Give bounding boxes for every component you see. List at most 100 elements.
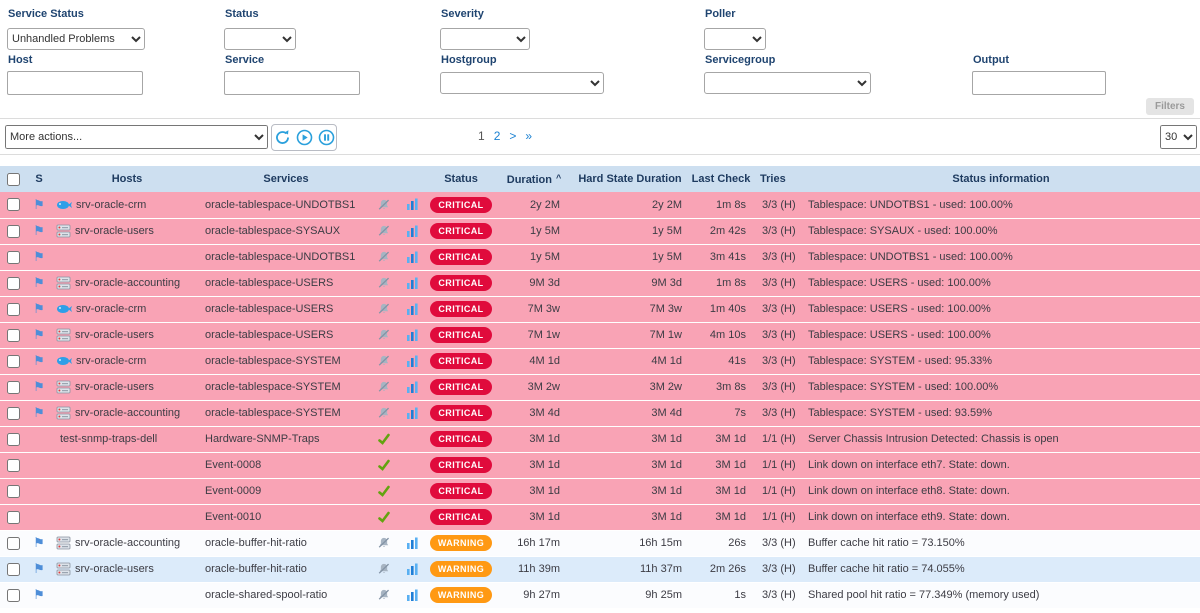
row-checkbox[interactable] [7, 251, 20, 264]
row-checkbox[interactable] [7, 407, 20, 420]
service-link[interactable]: oracle-buffer-hit-ratio [205, 537, 307, 549]
row-checkbox[interactable] [7, 355, 20, 368]
service-link[interactable]: oracle-buffer-hit-ratio [205, 563, 307, 575]
service-link[interactable]: oracle-tablespace-USERS [205, 277, 333, 289]
tries-cell: 3/3 (H) [754, 218, 802, 244]
host-link[interactable]: srv-oracle-accounting [75, 537, 180, 549]
status-select[interactable] [224, 28, 296, 50]
service-link[interactable]: oracle-tablespace-USERS [205, 329, 333, 341]
hostgroup-select[interactable] [440, 72, 604, 94]
service-link[interactable]: Event-0009 [205, 485, 261, 497]
service-link[interactable]: oracle-tablespace-USERS [205, 303, 333, 315]
service-input[interactable] [224, 71, 360, 95]
host-link[interactable]: srv-oracle-users [75, 563, 154, 575]
severity-select[interactable] [440, 28, 530, 50]
performance-graph-icon[interactable] [406, 277, 419, 289]
row-checkbox[interactable] [7, 459, 20, 472]
row-checkbox[interactable] [7, 485, 20, 498]
service-link[interactable]: oracle-tablespace-SYSAUX [205, 225, 340, 237]
performance-graph-icon[interactable] [406, 537, 419, 549]
performance-graph-icon[interactable] [406, 381, 419, 393]
header-s[interactable]: S [26, 166, 52, 192]
poller-select[interactable] [704, 28, 766, 50]
host-link[interactable]: srv-oracle-crm [76, 303, 146, 315]
row-checkbox[interactable] [7, 303, 20, 316]
host-link[interactable]: srv-oracle-crm [76, 199, 146, 211]
service-link[interactable]: oracle-tablespace-UNDOTBS1 [205, 199, 355, 211]
service-link[interactable]: Event-0010 [205, 511, 261, 523]
header-status[interactable]: Status [426, 166, 496, 192]
per-page-select[interactable]: 30 [1160, 125, 1197, 149]
service-link[interactable]: oracle-tablespace-SYSTEM [205, 355, 341, 367]
service-link[interactable]: Hardware-SNMP-Traps [205, 433, 320, 445]
header-hard-state-duration[interactable]: Hard State Duration [572, 166, 688, 192]
host-link[interactable]: srv-oracle-accounting [75, 407, 180, 419]
performance-graph-icon[interactable] [406, 303, 419, 315]
refresh-icon[interactable] [274, 129, 291, 146]
row-checkbox[interactable] [7, 537, 20, 550]
state-flag-icon: ⚑ [33, 249, 45, 264]
select-all-checkbox[interactable] [7, 173, 20, 186]
header-last-check[interactable]: Last Check [688, 166, 754, 192]
output-input[interactable] [972, 71, 1106, 95]
row-checkbox[interactable] [7, 563, 20, 576]
play-icon[interactable] [296, 129, 313, 146]
row-checkbox[interactable] [7, 198, 20, 211]
duration-cell: 3M 4d [496, 400, 572, 426]
row-checkbox[interactable] [7, 225, 20, 238]
tries-cell: 3/3 (H) [754, 582, 802, 608]
poller-label: Poller [705, 8, 736, 20]
row-checkbox[interactable] [7, 329, 20, 342]
service-link[interactable]: oracle-tablespace-SYSTEM [205, 381, 341, 393]
status-information-cell: Link down on interface eth8. State: down… [802, 478, 1200, 504]
service-link[interactable]: Event-0008 [205, 459, 261, 471]
host-link[interactable]: srv-oracle-users [75, 329, 154, 341]
pagination-next[interactable]: > [509, 129, 516, 143]
severity-label: Severity [441, 8, 484, 20]
duration-cell: 3M 1d [496, 452, 572, 478]
filters-button[interactable]: Filters [1146, 98, 1194, 115]
status-badge: CRITICAL [430, 483, 492, 499]
host-link[interactable]: srv-oracle-accounting [75, 277, 180, 289]
last-check-cell: 4m 10s [688, 322, 754, 348]
row-checkbox[interactable] [7, 589, 20, 602]
row-checkbox[interactable] [7, 277, 20, 290]
performance-graph-icon[interactable] [406, 355, 419, 367]
host-link[interactable]: srv-oracle-users [75, 225, 154, 237]
status-information-cell: Server Chassis Intrusion Detected: Chass… [802, 426, 1200, 452]
performance-graph-icon[interactable] [406, 251, 419, 263]
header-status-information[interactable]: Status information [802, 166, 1200, 192]
performance-graph-icon[interactable] [406, 225, 419, 237]
header-duration[interactable]: Duration^ [496, 166, 572, 192]
header-tries[interactable]: Tries [754, 166, 802, 192]
last-check-cell: 41s [688, 348, 754, 374]
server-host-icon [56, 536, 71, 550]
row-checkbox[interactable] [7, 381, 20, 394]
row-checkbox[interactable] [7, 433, 20, 446]
header-services[interactable]: Services [202, 166, 370, 192]
service-status-select[interactable]: Unhandled Problems [7, 28, 145, 50]
performance-graph-icon[interactable] [406, 563, 419, 575]
duration-cell: 7M 1w [496, 322, 572, 348]
pagination-last[interactable]: » [525, 129, 532, 143]
tries-cell: 3/3 (H) [754, 400, 802, 426]
servicegroup-select[interactable] [704, 72, 871, 94]
service-link[interactable]: oracle-tablespace-UNDOTBS1 [205, 251, 355, 263]
performance-graph-icon[interactable] [406, 589, 419, 601]
performance-graph-icon[interactable] [406, 199, 419, 211]
service-status-label: Service Status [8, 8, 84, 20]
pagination-page-2[interactable]: 2 [494, 129, 501, 143]
pause-icon[interactable] [318, 129, 335, 146]
service-link[interactable]: oracle-tablespace-SYSTEM [205, 407, 341, 419]
service-link[interactable]: oracle-shared-spool-ratio [205, 589, 327, 601]
host-link[interactable]: srv-oracle-crm [76, 355, 146, 367]
performance-graph-icon[interactable] [406, 407, 419, 419]
host-input[interactable] [7, 71, 143, 95]
more-actions-select[interactable]: More actions... [5, 125, 268, 149]
header-hosts[interactable]: Hosts [52, 166, 202, 192]
last-check-cell: 3m 41s [688, 244, 754, 270]
performance-graph-icon[interactable] [406, 329, 419, 341]
host-link[interactable]: test-snmp-traps-dell [60, 433, 157, 445]
host-link[interactable]: srv-oracle-users [75, 381, 154, 393]
row-checkbox[interactable] [7, 511, 20, 524]
